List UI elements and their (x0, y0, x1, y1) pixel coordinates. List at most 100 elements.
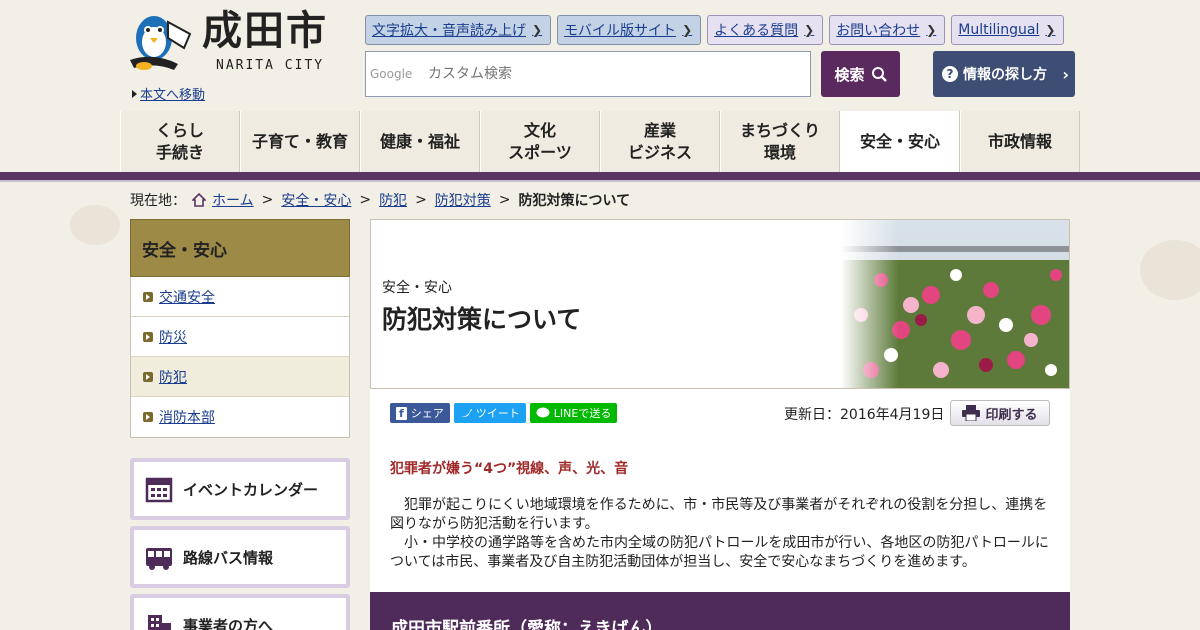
arrow-bullet-icon (143, 371, 153, 382)
sidebar-item-label[interactable]: 消防本部 (159, 407, 215, 427)
twitter-share-button[interactable]: ツイート (453, 403, 526, 423)
body-paragraph: 小・中学校の通学路等を含めた市内全域の防犯パトロールを成田市が行い、各地区の防犯… (390, 535, 1049, 570)
utility-link[interactable]: 文字拡大・音声読み上げ ❯ (365, 15, 552, 45)
utility-link[interactable]: よくある質問 ❯ (707, 15, 824, 45)
print-button[interactable]: 印刷する (950, 400, 1050, 426)
banner-label: イベントカレンダー (183, 480, 319, 499)
utility-link-label: お問い合わせ (836, 23, 921, 39)
arrow-bullet-icon (143, 412, 153, 422)
sidebar-item[interactable]: 防犯 (131, 357, 349, 397)
breadcrumb-separator: > (261, 192, 274, 208)
svg-text:?: ? (947, 67, 954, 81)
section-subheading: 犯罪者が嫌う“4つ”視線、声、光、音 (390, 461, 629, 477)
search-icon (871, 67, 887, 82)
breadcrumb: 現在地： ホーム > 安全・安心 > 防犯 > 防犯対策 > 防犯対策について (130, 190, 630, 210)
line-share-label: LINEで送る (553, 407, 612, 420)
breadcrumb-separator: > (415, 192, 427, 208)
mascot-logo-icon (130, 16, 192, 70)
global-nav-item[interactable]: 安全・安心 (840, 111, 960, 172)
search-brand: Google (370, 67, 413, 81)
banner-inner: 路線バス情報 (134, 530, 346, 584)
facebook-share-button[interactable]: f シェア (390, 403, 450, 423)
question-icon: ? (942, 66, 958, 82)
site-logo[interactable]: 成田市 NARITA CITY (124, 8, 334, 76)
page-title: 防犯対策について (382, 305, 582, 334)
breadcrumb-link[interactable]: 防犯 (379, 190, 407, 210)
search-button[interactable]: 検索 (821, 51, 900, 97)
page-header: 安全・安心 防犯対策について (370, 219, 1070, 389)
utility-link-label: よくある質問 (714, 23, 799, 39)
utility-link-label: Multilingual (958, 22, 1040, 38)
skip-to-content-link[interactable]: 本文へ移動 (132, 84, 205, 103)
breadcrumb-current: 防犯対策について (518, 193, 631, 209)
how-to-find-info-button[interactable]: ? 情報の探し方 › (933, 51, 1075, 97)
sidebar-item[interactable]: 防災 (131, 317, 349, 357)
event-calendar-banner[interactable]: イベントカレンダー (130, 458, 350, 520)
search-button-label: 検索 (834, 65, 865, 84)
sidebar-item[interactable]: 交通安全 (131, 277, 349, 317)
global-nav-item[interactable]: 子育て・教育 (240, 111, 360, 172)
background-ornament (70, 205, 120, 245)
global-nav-item[interactable]: 文化 スポーツ (480, 111, 600, 172)
global-nav-item[interactable]: 市政情報 (960, 111, 1080, 172)
building-icon (148, 615, 171, 630)
breadcrumb-link[interactable]: 安全・安心 (281, 190, 351, 210)
utility-link[interactable]: モバイル版サイト ❯ (557, 15, 702, 45)
bus-icon (146, 548, 172, 570)
breadcrumb-link[interactable]: ホーム (212, 190, 254, 210)
sidebar-heading: 安全・安心 (130, 219, 350, 277)
chevron-right-icon: ❯ (682, 23, 693, 37)
banner-inner: イベントカレンダー (134, 462, 346, 516)
chevron-right-icon: ❯ (804, 23, 815, 37)
banner-label: 事業者の方へ (183, 616, 274, 630)
arrow-bullet-icon (143, 331, 153, 342)
home-icon (192, 193, 206, 207)
social-share-buttons: f シェア ツイート LINEで送る (390, 403, 618, 423)
breadcrumb-prefix: 現在地： (130, 193, 186, 209)
search-box: Google (365, 51, 811, 97)
calendar-icon (145, 477, 173, 503)
global-nav-item[interactable]: 産業 ビジネス (600, 111, 720, 172)
chevron-right-icon: ❯ (1045, 23, 1056, 37)
category-label: 安全・安心 (382, 280, 452, 296)
cosmos-flowers-image (841, 220, 1069, 388)
facebook-icon: f (396, 406, 407, 420)
print-label: 印刷する (985, 407, 1038, 423)
utility-link[interactable]: Multilingual ❯ (951, 15, 1065, 45)
nav-underline (0, 172, 1200, 180)
chevron-right-icon: › (1062, 64, 1069, 84)
update-date: 更新日：2016年4月19日 (784, 407, 945, 423)
sidebar-item-label[interactable]: 防犯 (159, 367, 187, 387)
logo-subtitle: NARITA CITY (216, 58, 325, 73)
global-nav-item[interactable]: くらし 手続き (120, 111, 240, 172)
breadcrumb-separator: > (359, 192, 372, 208)
line-icon (536, 407, 550, 418)
line-share-button[interactable]: LINEで送る (529, 403, 618, 423)
utility-link-label: モバイル版サイト (564, 23, 677, 39)
logo-title: 成田市 (202, 7, 328, 54)
utility-link[interactable]: お問い合わせ ❯ (829, 15, 946, 45)
search-input[interactable] (428, 54, 810, 94)
utility-link-label: 文字拡大・音声読み上げ (372, 23, 526, 39)
sidebar-item[interactable]: 消防本部 (131, 397, 349, 437)
find-button-label: 情報の探し方 (963, 67, 1047, 83)
chevron-right-icon: ❯ (926, 23, 937, 37)
sidebar-item-label[interactable]: 防災 (159, 327, 187, 347)
chevron-right-icon: ❯ (532, 23, 543, 37)
business-banner[interactable]: 事業者の方へ (130, 594, 350, 630)
banner-label: 路線バス情報 (183, 548, 274, 567)
banner-inner: 事業者の方へ (134, 598, 346, 630)
facebook-share-label: シェア (410, 407, 444, 420)
global-nav: くらし 手続き 子育て・教育 健康・福祉 文化 スポーツ 産業 ビジネス まちづくり 環境… (120, 111, 1080, 172)
bus-info-banner[interactable]: 路線バス情報 (130, 526, 350, 588)
utility-links: 文字拡大・音声読み上げ ❯ モバイル版サイト ❯ よくある質問 ❯ お問い合わせ ❯ Multi… (365, 15, 1065, 45)
twitter-share-label: ツイート (475, 407, 520, 420)
global-nav-item[interactable]: 健康・福祉 (360, 111, 480, 172)
arrow-bullet-icon (143, 291, 153, 302)
twitter-icon (459, 409, 472, 417)
sidebar-item-label[interactable]: 交通安全 (159, 287, 215, 307)
global-nav-item[interactable]: まちづくり 環境 (720, 111, 840, 172)
breadcrumb-link[interactable]: 防犯対策 (435, 190, 491, 210)
body-paragraph: 犯罪が起こりにくい地域環境を作るために、市・市民等及び事業者がそれぞれの役割を分… (390, 497, 1048, 532)
background-ornament (1140, 240, 1200, 300)
